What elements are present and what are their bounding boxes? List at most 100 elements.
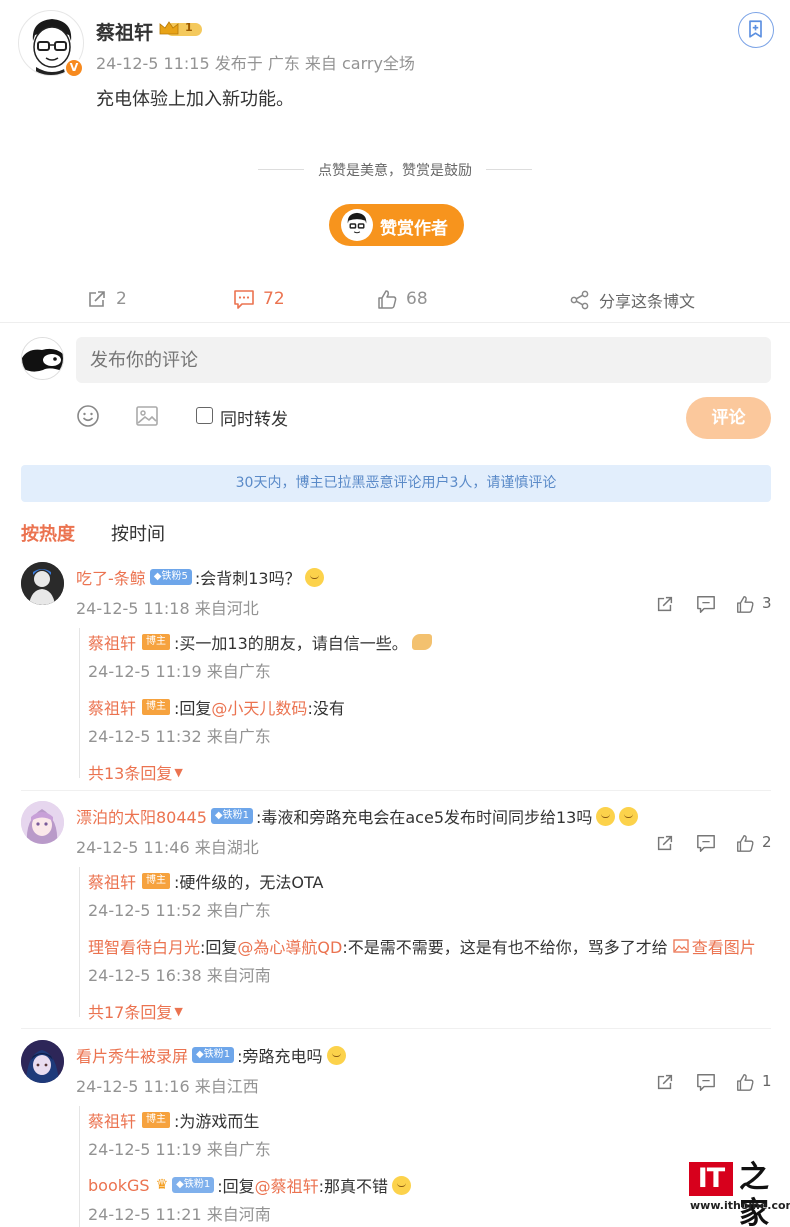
reply-meta: 24-12-5 11:32 来自广东 xyxy=(88,727,271,746)
repost-count: 2 xyxy=(116,289,127,309)
view-image-link[interactable]: 查看图片 xyxy=(673,934,756,958)
comment-text: :会背刺13吗？ xyxy=(194,569,301,588)
comment-icon[interactable] xyxy=(696,594,716,614)
comment-text: :毒液和旁路充电会在ace5发布时间同步给13吗 xyxy=(255,808,593,827)
reply-author[interactable]: 蔡祖轩 xyxy=(88,1108,136,1132)
mention-link[interactable]: @蔡祖轩 xyxy=(255,1173,319,1197)
host-badge: 博主 xyxy=(142,1112,171,1128)
bookmark-plus-icon xyxy=(749,20,762,38)
submit-comment-button[interactable]: 评论 xyxy=(686,397,771,439)
reply-text: :硬件级的，无法OTA xyxy=(174,873,324,892)
more-replies-link[interactable]: 共13条回复 ▼ xyxy=(88,760,183,784)
comment-tools: 2 xyxy=(655,833,775,853)
reply-author[interactable]: 理智看待白月光 xyxy=(88,934,200,958)
reply-meta: 24-12-5 11:19 来自广东 xyxy=(88,1140,271,1159)
comment-meta: 24-12-5 11:18 来自河北 xyxy=(76,599,259,618)
thumbs-up-icon[interactable] xyxy=(735,1072,755,1092)
emoji-icon xyxy=(77,405,99,427)
comment-tools: 1 xyxy=(655,1072,775,1092)
like-count: 2 xyxy=(762,833,772,851)
comment-text: :旁路充电吗 xyxy=(237,1047,323,1066)
reply-line: bookGS ♛ ◆铁粉1 :回复 @蔡祖轩 :那真不错 xyxy=(88,1173,412,1197)
mention-link[interactable]: @為心導航QD xyxy=(237,934,342,958)
repost-icon[interactable] xyxy=(655,594,675,614)
emoji-clap-icon xyxy=(411,634,432,650)
more-replies-link[interactable]: 共17条回复 ▼ xyxy=(88,999,183,1023)
host-badge: 博主 xyxy=(142,873,171,889)
reply-prefix: :回复 xyxy=(217,1177,255,1196)
post-text: 充电体验上加入新功能。 xyxy=(96,89,294,110)
author-name[interactable]: 蔡祖轩 xyxy=(96,18,153,45)
repost-label: 同时转发 xyxy=(220,410,288,430)
comment-input[interactable] xyxy=(76,337,771,383)
comment-button[interactable]: 72 xyxy=(233,288,285,310)
thumbs-up-icon[interactable] xyxy=(735,833,755,853)
comment-line: 看片秀牛被录屏 ◆铁粉1 :旁路充电吗 xyxy=(76,1043,346,1067)
reply-prefix: :回复 xyxy=(200,938,238,957)
my-avatar[interactable] xyxy=(21,337,64,380)
comment-line: 漂泊的太阳80445 ◆铁粉1 :毒液和旁路充电会在ace5发布时间同步给13吗 xyxy=(76,804,639,828)
reply-line: 蔡祖轩 博主 :为游戏而生 xyxy=(88,1108,259,1132)
post-action-bar: 2 72 68 分享这条博文 xyxy=(0,280,790,318)
watermark-url: www.ithome.com xyxy=(690,1199,790,1212)
like-count: 1 xyxy=(762,1072,772,1090)
divider xyxy=(486,169,532,170)
reply-meta: 24-12-5 16:38 来自河南 xyxy=(88,966,271,985)
fan-badge: ◆铁粉1 xyxy=(192,1047,235,1063)
emoji-button[interactable] xyxy=(76,404,100,428)
comment-icon[interactable] xyxy=(696,833,716,853)
fan-badge: ◆铁粉1 xyxy=(210,808,253,824)
like-button[interactable]: 68 xyxy=(376,288,428,310)
author-avatar-small xyxy=(341,209,373,241)
reply-text: :那真不错 xyxy=(318,1177,389,1196)
favorite-button[interactable] xyxy=(738,12,774,48)
reply-meta: 24-12-5 11:19 来自广东 xyxy=(88,662,271,681)
share-icon xyxy=(570,290,589,310)
reply-author[interactable]: 蔡祖轩 xyxy=(88,869,136,893)
vip-level: 1 xyxy=(185,21,193,34)
tab-sort-time[interactable]: 按时间 xyxy=(111,520,165,546)
caret-down-icon: ▼ xyxy=(174,765,183,779)
reply-author[interactable]: 蔡祖轩 xyxy=(88,630,136,654)
repost-button[interactable]: 2 xyxy=(86,288,127,310)
commenter-name[interactable]: 漂泊的太阳80445 xyxy=(76,804,207,828)
image-upload-button[interactable] xyxy=(135,404,159,428)
commenter-avatar[interactable] xyxy=(21,801,64,844)
share-button[interactable]: 分享这条博文 xyxy=(569,288,695,312)
repost-icon xyxy=(89,291,105,307)
view-image-label: 查看图片 xyxy=(691,938,756,957)
reward-hint: 点赞是美意，赞赏是鼓励 xyxy=(318,163,472,179)
commenter-avatar[interactable] xyxy=(21,562,64,605)
post-meta: 24-12-5 11:15 发布于 广东 来自 carry全场 xyxy=(96,54,415,73)
repost-icon[interactable] xyxy=(655,833,675,853)
watermark-name: 之家 xyxy=(739,1160,769,1227)
host-badge: 博主 xyxy=(142,634,171,650)
reply-line: 蔡祖轩 博主 :硬件级的，无法OTA xyxy=(88,869,323,893)
reply-thread-bar xyxy=(79,1106,80,1227)
tab-sort-hot[interactable]: 按热度 xyxy=(21,520,75,546)
repost-checkbox[interactable] xyxy=(196,407,213,424)
reward-author-button[interactable]: 赞赏作者 xyxy=(329,204,464,246)
comment-meta: 24-12-5 11:46 来自湖北 xyxy=(76,838,259,857)
comment-icon[interactable] xyxy=(696,1072,716,1092)
mention-link[interactable]: @小天儿数码 xyxy=(211,695,307,719)
like-count: 3 xyxy=(762,594,772,612)
reply-text: :没有 xyxy=(307,699,345,718)
comment-line: 吃了-条鲸 ◆铁粉5 :会背刺13吗？ xyxy=(76,565,324,589)
more-replies-label: 共17条回复 xyxy=(88,1003,173,1022)
thumbs-up-icon xyxy=(378,290,397,309)
emoji-doge-icon xyxy=(304,567,324,587)
repost-icon[interactable] xyxy=(655,1072,675,1092)
commenter-name[interactable]: 吃了-条鲸 xyxy=(76,565,146,589)
reply-author[interactable]: bookGS xyxy=(88,1176,150,1195)
divider xyxy=(21,1028,771,1029)
crown-icon: ♛ xyxy=(155,1177,169,1193)
reply-meta: 24-12-5 11:21 来自河南 xyxy=(88,1205,271,1224)
reply-author[interactable]: 蔡祖轩 xyxy=(88,695,136,719)
commenter-name[interactable]: 看片秀牛被录屏 xyxy=(76,1043,188,1067)
fan-badge: ◆铁粉1 xyxy=(172,1177,215,1193)
thumbs-up-icon[interactable] xyxy=(735,594,755,614)
emoji-sad-icon xyxy=(619,806,639,826)
reward-label: 赞赏作者 xyxy=(380,219,448,239)
commenter-avatar[interactable] xyxy=(21,1040,64,1083)
